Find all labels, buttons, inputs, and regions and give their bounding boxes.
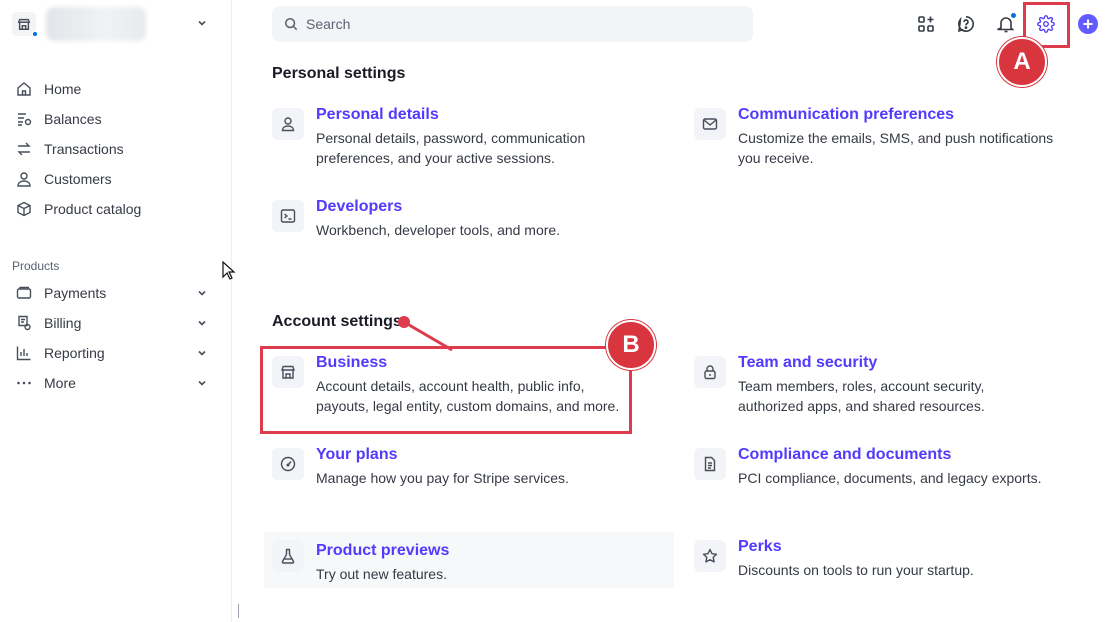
chevron-down-icon [198, 20, 206, 26]
account-logo-icon [12, 12, 38, 37]
search-icon [284, 17, 298, 31]
annotation-box-b [260, 346, 632, 434]
nav-item-balances[interactable]: Balances [0, 104, 232, 134]
create-button[interactable] [1078, 14, 1098, 34]
nav-item-more[interactable]: More [0, 368, 232, 398]
card-title[interactable]: Your plans [316, 446, 398, 464]
card-description: Team members, roles, account security, a… [738, 378, 985, 414]
card-title[interactable]: Compliance and documents [738, 446, 951, 464]
personal-details-card[interactable]: Personal details Personal details, passw… [272, 106, 672, 168]
nav-item-label: Home [44, 81, 82, 97]
lock-icon [694, 356, 726, 388]
balances-icon [18, 113, 32, 126]
more-icon [17, 381, 31, 385]
nav-item-label: Billing [44, 315, 82, 331]
card-description: Discounts on tools to run your startup. [738, 562, 974, 578]
nav-item-transactions[interactable]: Transactions [0, 134, 232, 164]
card-title[interactable]: Communication preferences [738, 106, 954, 124]
products-nav: Payments Billing Reporting More [0, 278, 232, 398]
payments-icon [16, 286, 32, 299]
account-settings-heading: Account settings [272, 313, 402, 330]
card-description: PCI compliance, documents, and legacy ex… [738, 470, 1042, 486]
star-icon [694, 540, 726, 572]
chevron-down-icon [198, 290, 206, 296]
home-icon [17, 82, 31, 96]
card-description: Workbench, developer tools, and more. [316, 222, 561, 238]
card-description: Try out new features. [316, 566, 447, 582]
card-title[interactable]: Perks [738, 538, 782, 556]
nav-item-label: Transactions [44, 141, 124, 157]
reporting-icon [16, 346, 31, 361]
chevron-down-icon [198, 320, 206, 326]
notifications-button[interactable] [996, 12, 1017, 34]
your-plans-card[interactable]: Your plans Manage how you pay for Stripe… [272, 446, 672, 508]
nav-item-billing[interactable]: Billing [0, 308, 232, 338]
billing-icon [18, 315, 31, 331]
nav-item-label: Product catalog [44, 201, 142, 217]
nav-item-product-catalog[interactable]: Product catalog [0, 194, 232, 224]
developers-card[interactable]: Developers Workbench, developer tools, a… [272, 198, 672, 260]
help-icon [958, 15, 974, 33]
perks-card[interactable]: Perks Discounts on tools to run your sta… [694, 538, 1094, 600]
compliance-and-documents-card[interactable]: Compliance and documents PCI compliance,… [694, 446, 1094, 508]
nav-item-reporting[interactable]: Reporting [0, 338, 232, 368]
search-bar[interactable]: Search [272, 6, 753, 42]
mouse-cursor-icon [222, 260, 236, 286]
plus-icon [1083, 19, 1093, 29]
team-and-security-card[interactable]: Team and security Team members, roles, a… [694, 354, 1094, 416]
card-description: Personal details, password, communicatio… [316, 130, 586, 166]
nav-item-label: Customers [44, 171, 112, 187]
product-previews-card[interactable]: Product previews Try out new features. [264, 532, 674, 588]
account-name-redacted [46, 7, 146, 41]
account-switcher[interactable] [12, 7, 218, 41]
communication-preferences-card[interactable]: Communication preferences Customize the … [694, 106, 1094, 168]
terminal-icon [272, 200, 304, 232]
resize-handle[interactable] [238, 604, 239, 618]
nav-item-customers[interactable]: Customers [0, 164, 232, 194]
chevron-down-icon [198, 350, 206, 356]
apps-icon [918, 16, 934, 32]
sidebar: Home Balances Transactions Customers Pro… [0, 0, 232, 622]
card-description: Manage how you pay for Stripe services. [316, 470, 569, 486]
customers-icon [17, 172, 31, 187]
user-icon [272, 108, 304, 140]
product-catalog-icon [17, 201, 31, 217]
card-title[interactable]: Developers [316, 198, 402, 216]
search-placeholder: Search [306, 16, 351, 32]
chevron-down-icon [198, 380, 206, 386]
nav-item-home[interactable]: Home [0, 74, 232, 104]
annotation-badge-a: A [997, 37, 1047, 87]
help-button[interactable] [956, 14, 976, 34]
annotation-badge-b: B [606, 320, 656, 370]
main-nav: Home Balances Transactions Customers Pro… [0, 74, 232, 224]
document-icon [694, 448, 726, 480]
nav-item-label: More [44, 375, 76, 391]
products-section-title: Products [12, 259, 60, 273]
card-title[interactable]: Team and security [738, 354, 877, 372]
notification-dot [1010, 12, 1017, 19]
card-title[interactable]: Personal details [316, 106, 439, 124]
card-title[interactable]: Product previews [316, 542, 449, 560]
card-description: Customize the emails, SMS, and push noti… [738, 130, 1054, 166]
transactions-icon [17, 142, 31, 156]
apps-button[interactable] [916, 14, 936, 34]
nav-item-label: Balances [44, 111, 102, 127]
envelope-icon [694, 108, 726, 140]
personal-settings-heading: Personal settings [272, 65, 406, 82]
gauge-icon [272, 448, 304, 480]
flask-icon [272, 540, 304, 572]
nav-item-payments[interactable]: Payments [0, 278, 232, 308]
nav-item-label: Payments [44, 285, 107, 301]
nav-item-label: Reporting [44, 345, 105, 361]
